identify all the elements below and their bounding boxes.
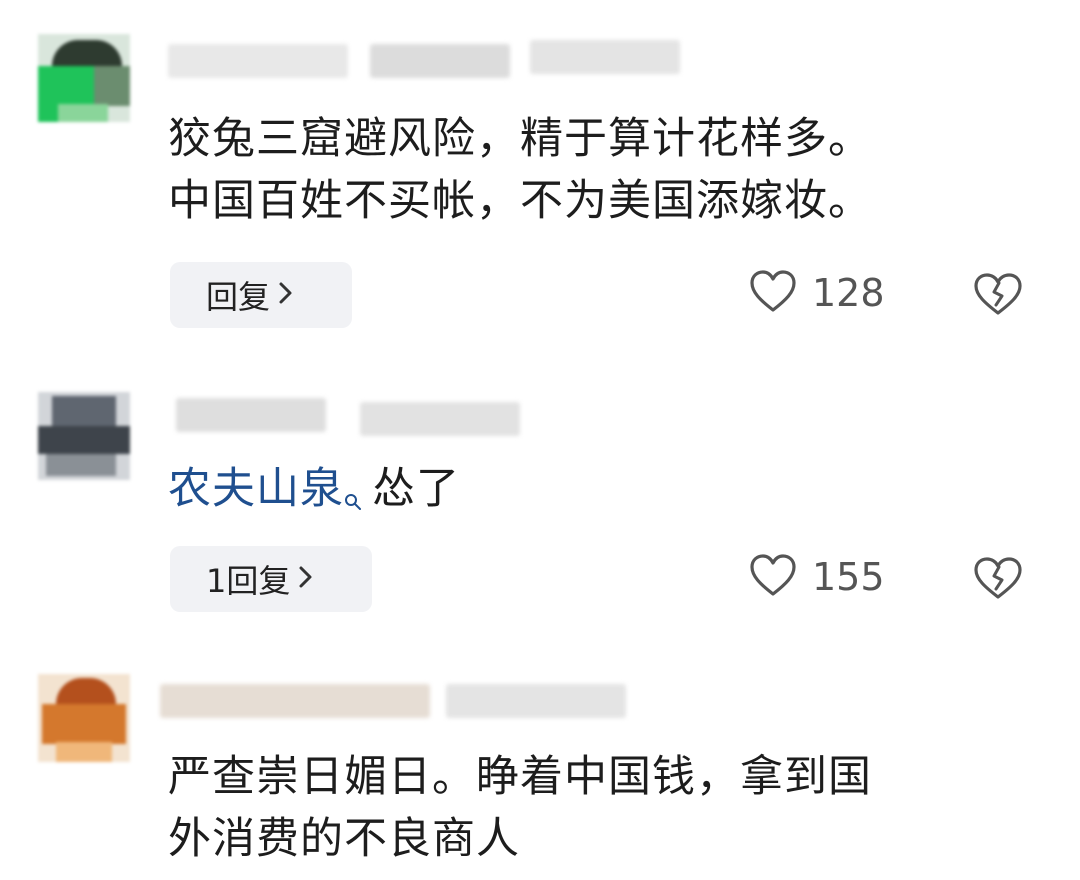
heart-outline-icon: [748, 552, 798, 602]
username-redacted: [446, 684, 626, 718]
avatar[interactable]: [38, 674, 130, 762]
username-redacted: [370, 44, 510, 78]
like-count: 155: [812, 555, 885, 599]
username-redacted: [360, 402, 520, 436]
comment-line: 狡兔三窟避风险，精于算计花样多。: [168, 114, 872, 164]
dislike-button[interactable]: [972, 270, 1024, 322]
comment-line: 中国百姓不买帐，不为美国添嫁妆。: [168, 176, 872, 226]
comment-line: 外消费的不良商人: [168, 814, 520, 864]
mention-link[interactable]: 农夫山泉: [168, 464, 344, 514]
reply-button[interactable]: 回复: [170, 262, 352, 328]
reply-button[interactable]: 1回复: [170, 546, 372, 612]
heart-outline-icon: [748, 268, 798, 318]
like-count: 128: [812, 271, 885, 315]
username-redacted: [168, 44, 348, 78]
comment-line: 严查崇日媚日。睁着中国钱，拿到国: [168, 752, 872, 802]
broken-heart-icon: [972, 273, 1024, 322]
avatar[interactable]: [38, 34, 130, 122]
like-button[interactable]: 155: [748, 552, 885, 602]
dislike-button[interactable]: [972, 554, 1024, 606]
username-redacted: [176, 398, 326, 432]
username-redacted: [160, 684, 430, 718]
comment-text: 严查崇日媚日。睁着中国钱，拿到国 外消费的不良商人: [168, 746, 872, 870]
chevron-right-icon: [298, 562, 314, 597]
like-button[interactable]: 128: [748, 268, 885, 318]
username-redacted: [530, 40, 680, 74]
reply-label: 1回复: [206, 562, 291, 600]
comment-line: 怂了: [372, 464, 460, 514]
broken-heart-icon: [972, 557, 1024, 606]
reply-label: 回复: [206, 278, 271, 316]
avatar[interactable]: [38, 392, 130, 480]
comment-text: 狡兔三窟避风险，精于算计花样多。 中国百姓不买帐，不为美国添嫁妆。: [168, 108, 872, 232]
search-icon: [344, 466, 362, 510]
comment-text: 农夫山泉 怂了: [168, 458, 460, 520]
chevron-right-icon: [278, 278, 294, 313]
